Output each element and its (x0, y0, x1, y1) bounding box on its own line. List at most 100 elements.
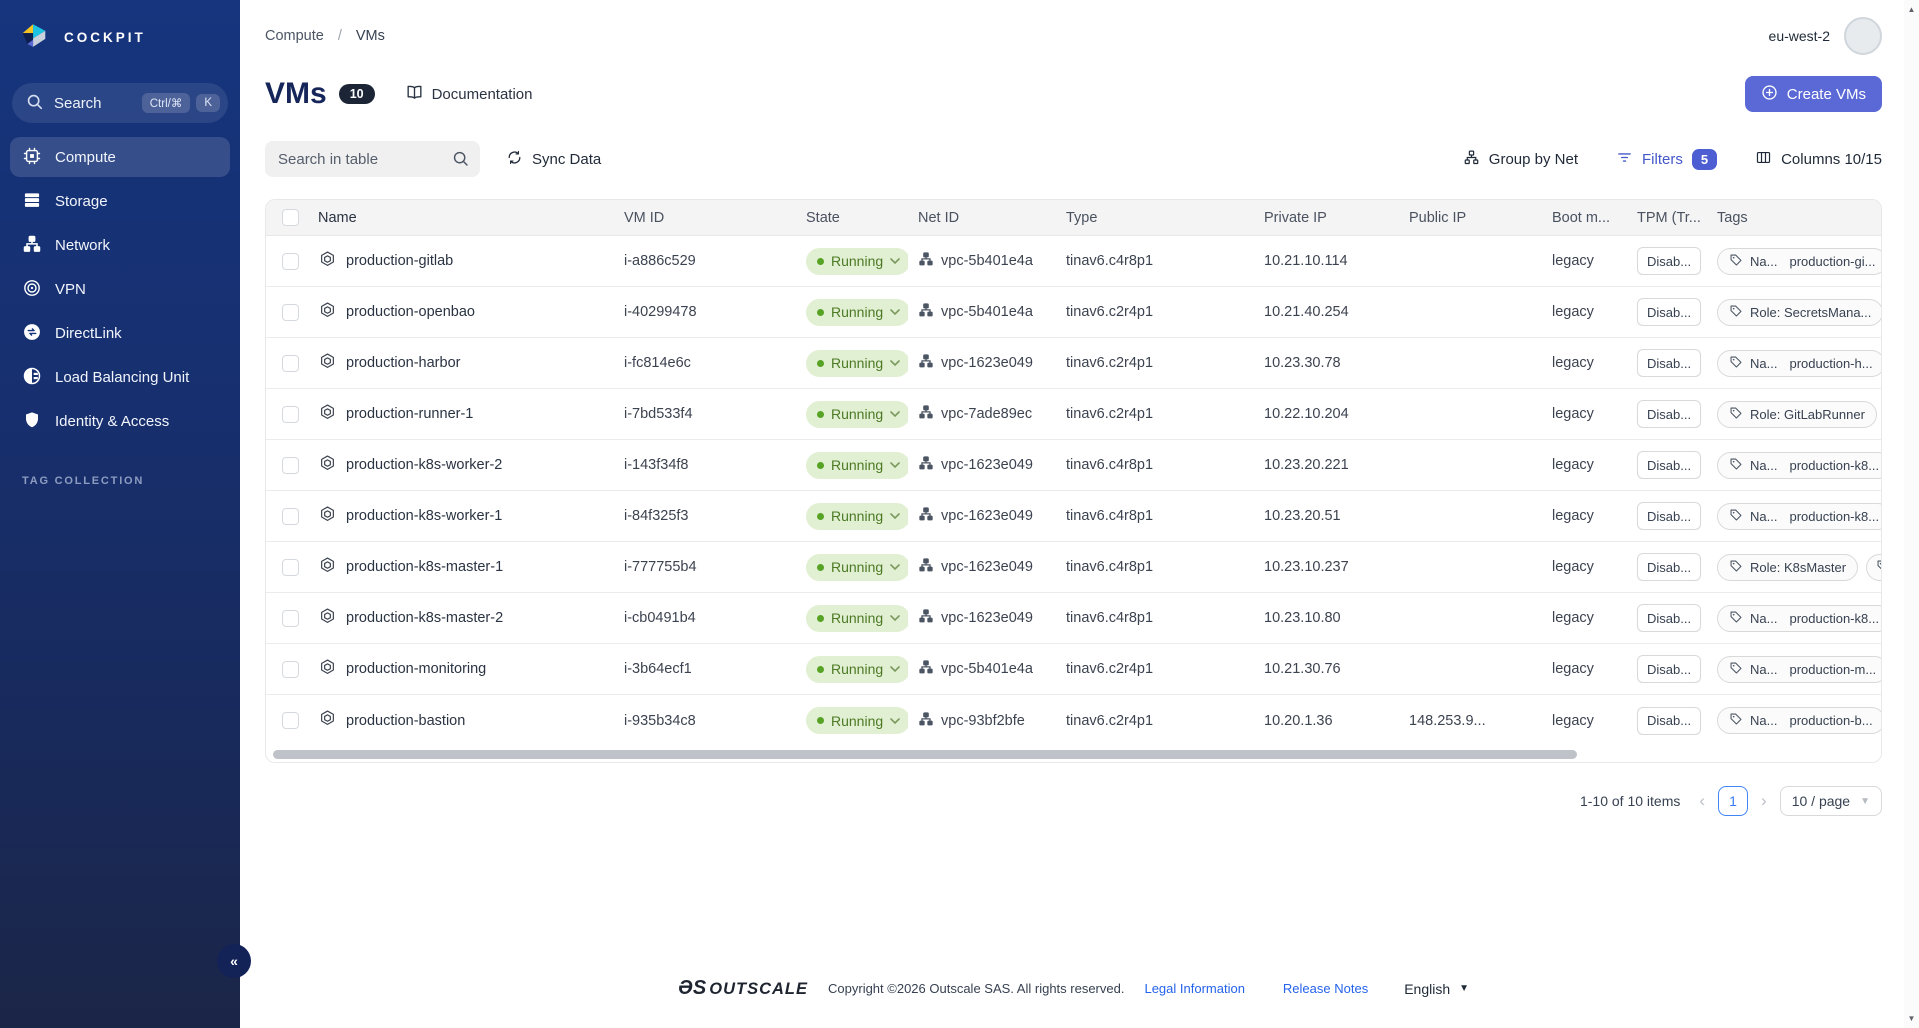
state-dropdown[interactable]: Running (806, 452, 908, 479)
state-dropdown[interactable]: Running (806, 554, 908, 581)
scroll-down-arrow[interactable]: ▼ (1904, 1014, 1919, 1023)
vm-name[interactable]: production-k8s-worker-1 (346, 508, 502, 524)
table-row[interactable]: production-runner-1i-7bd533f4Runningvpc-… (266, 389, 1881, 440)
net-id[interactable]: vpc-5b401e4a (941, 253, 1033, 269)
net-id[interactable]: vpc-5b401e4a (941, 304, 1033, 320)
language-select[interactable]: English ▼ (1404, 981, 1469, 997)
chevron-down-icon (890, 610, 900, 626)
page-title: VMs (265, 77, 327, 111)
state-dropdown[interactable]: Running (806, 299, 908, 326)
sidebar-item-compute[interactable]: Compute (10, 137, 230, 177)
vm-name[interactable]: production-k8s-master-2 (346, 610, 503, 626)
sidebar-item-storage[interactable]: Storage (10, 181, 230, 221)
legal-information-link[interactable]: Legal Information (1144, 981, 1244, 996)
horizontal-scrollbar-thumb[interactable] (273, 750, 1577, 759)
row-checkbox[interactable] (282, 610, 299, 627)
table-row[interactable]: production-k8s-master-2i-cb0491b4Running… (266, 593, 1881, 644)
breadcrumb-compute[interactable]: Compute (265, 28, 324, 44)
table-row[interactable]: production-k8s-master-1i-777755b4Running… (266, 542, 1881, 593)
table-row[interactable]: production-monitoringi-3b64ecf1Runningvp… (266, 644, 1881, 695)
row-checkbox[interactable] (282, 661, 299, 678)
row-checkbox[interactable] (282, 457, 299, 474)
vm-name[interactable]: production-harbor (346, 355, 460, 371)
row-checkbox[interactable] (282, 253, 299, 270)
sidebar-collapse-button[interactable]: « (217, 944, 251, 978)
row-checkbox[interactable] (282, 355, 299, 372)
state-dropdown[interactable]: Running (806, 656, 908, 683)
scroll-up-arrow[interactable]: ▲ (1904, 5, 1919, 14)
net-id[interactable]: vpc-1623e049 (941, 355, 1033, 371)
table-row[interactable]: production-harbori-fc814e6cRunningvpc-16… (266, 338, 1881, 389)
net-id[interactable]: vpc-5b401e4a (941, 661, 1033, 677)
tpm-status-button[interactable]: Disab... (1637, 298, 1701, 326)
sidebar-item-network[interactable]: Network (10, 225, 230, 265)
vm-name[interactable]: production-k8s-worker-2 (346, 457, 502, 473)
tpm-status-button[interactable]: Disab... (1637, 247, 1701, 275)
net-id[interactable]: vpc-93bf2bfe (941, 713, 1025, 729)
tpm-status-button[interactable]: Disab... (1637, 604, 1701, 632)
tag-icon (1729, 253, 1743, 270)
app-logo[interactable]: COCKPIT (0, 0, 240, 69)
state-dropdown[interactable]: Running (806, 350, 908, 377)
tag-key: Role: SecretsMana... (1750, 305, 1871, 320)
net-node-icon (918, 659, 934, 679)
previous-page-button[interactable]: ‹ (1696, 791, 1708, 811)
row-checkbox[interactable] (282, 712, 299, 729)
tpm-status-button[interactable]: Disab... (1637, 400, 1701, 428)
sidebar-search[interactable]: Search Ctrl/⌘ K (12, 83, 228, 123)
net-id[interactable]: vpc-1623e049 (941, 559, 1033, 575)
state-dropdown[interactable]: Running (806, 707, 908, 734)
select-all-checkbox[interactable] (282, 209, 299, 226)
tag-key: Na... (1750, 611, 1777, 626)
state-dropdown[interactable]: Running (806, 503, 908, 530)
net-id[interactable]: vpc-1623e049 (941, 457, 1033, 473)
tpm-status-button[interactable]: Disab... (1637, 349, 1701, 377)
page-1-button[interactable]: 1 (1718, 786, 1748, 816)
sync-data-button[interactable]: Sync Data (506, 149, 601, 170)
vm-name[interactable]: production-k8s-master-1 (346, 559, 503, 575)
sidebar-item-vpn[interactable]: VPN (10, 269, 230, 309)
table-row[interactable]: production-k8s-worker-1i-84f325f3Running… (266, 491, 1881, 542)
net-id[interactable]: vpc-7ade89ec (941, 406, 1032, 422)
vertical-scrollbar[interactable]: ▲ ▼ (1904, 0, 1919, 1028)
row-checkbox[interactable] (282, 508, 299, 525)
vm-name[interactable]: production-runner-1 (346, 406, 473, 422)
group-by-net-button[interactable]: Group by Net (1463, 149, 1578, 170)
user-avatar[interactable] (1844, 17, 1882, 55)
table-row[interactable]: production-k8s-worker-2i-143f34f8Running… (266, 440, 1881, 491)
row-checkbox[interactable] (282, 406, 299, 423)
tpm-status-button[interactable]: Disab... (1637, 502, 1701, 530)
table-row[interactable]: production-openbaoi-40299478Runningvpc-5… (266, 287, 1881, 338)
table-row[interactable]: production-bastioni-935b34c8Runningvpc-9… (266, 695, 1881, 746)
private-ip: 10.23.20.51 (1254, 508, 1399, 524)
vm-name[interactable]: production-gitlab (346, 253, 453, 269)
filters-button[interactable]: Filters 5 (1616, 149, 1717, 170)
table-row[interactable]: production-gitlabi-a886c529Runningvpc-5b… (266, 236, 1881, 287)
row-checkbox[interactable] (282, 304, 299, 321)
state-dropdown[interactable]: Running (806, 401, 908, 428)
vm-name[interactable]: production-openbao (346, 304, 475, 320)
sidebar-item-directlink[interactable]: DirectLink (10, 313, 230, 353)
vm-name[interactable]: production-monitoring (346, 661, 486, 677)
vm-name[interactable]: production-bastion (346, 713, 465, 729)
release-notes-link[interactable]: Release Notes (1283, 981, 1368, 996)
tpm-status-button[interactable]: Disab... (1637, 707, 1701, 735)
sidebar-item-load-balancing-unit[interactable]: Load Balancing Unit (10, 357, 230, 397)
next-page-button[interactable]: › (1758, 791, 1770, 811)
tpm-status-button[interactable]: Disab... (1637, 451, 1701, 479)
tag-collection-section-label: TAG COLLECTION (22, 475, 240, 487)
columns-button[interactable]: Columns 10/15 (1755, 149, 1882, 170)
net-id[interactable]: vpc-1623e049 (941, 610, 1033, 626)
row-checkbox[interactable] (282, 559, 299, 576)
documentation-link[interactable]: Documentation (405, 83, 533, 106)
table-search-input[interactable] (265, 141, 480, 177)
tpm-status-button[interactable]: Disab... (1637, 553, 1701, 581)
region-selector[interactable]: eu-west-2 (1769, 28, 1830, 44)
create-vms-button[interactable]: Create VMs (1745, 76, 1882, 112)
sidebar-item-identity-access[interactable]: Identity & Access (10, 401, 230, 441)
tpm-status-button[interactable]: Disab... (1637, 655, 1701, 683)
net-id[interactable]: vpc-1623e049 (941, 508, 1033, 524)
state-dropdown[interactable]: Running (806, 605, 908, 632)
state-dropdown[interactable]: Running (806, 248, 908, 275)
page-size-select[interactable]: 10 / page ▼ (1780, 786, 1882, 816)
